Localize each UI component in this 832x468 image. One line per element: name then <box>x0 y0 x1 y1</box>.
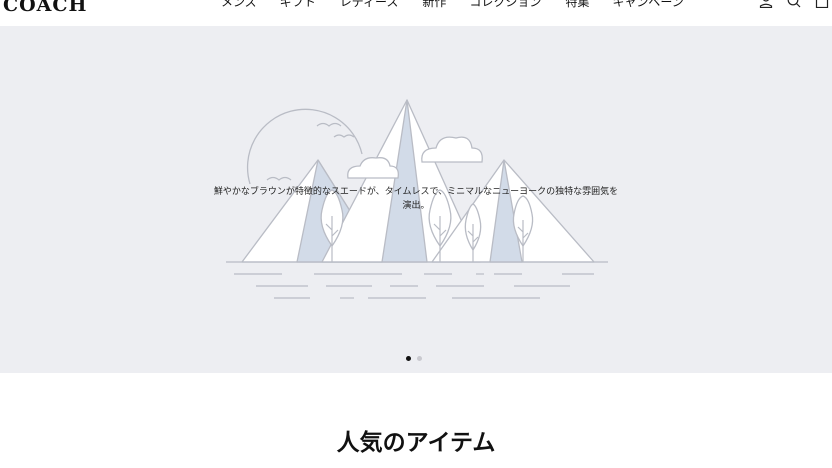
section-title: 人気のアイテム <box>336 430 496 456</box>
account-icon[interactable] <box>759 0 773 8</box>
carousel-pagination <box>406 356 422 361</box>
hero-caption: 鮮やかなブラウンが特徴的なスエードが、タイムレスで、ミニマルなニューヨークの独特… <box>200 185 632 213</box>
nav-item-new[interactable]: 新作 <box>422 0 446 11</box>
brand-logo[interactable]: COACH <box>3 0 88 16</box>
nav-item-features[interactable]: 特集 <box>565 0 589 11</box>
main-nav: メンズ ギフト レディース 新作 コレクション 特集 キャンペーン <box>221 0 684 11</box>
bag-icon[interactable] <box>815 0 829 8</box>
carousel-dot-2[interactable] <box>417 356 422 361</box>
nav-item-ladies[interactable]: レディース <box>340 0 399 11</box>
search-icon[interactable] <box>787 0 801 8</box>
nav-item-campaign[interactable]: キャンペーン <box>612 0 683 11</box>
hero-caption-line-2: 演出。 <box>402 201 430 211</box>
site-header: COACH メンズ ギフト レディース 新作 コレクション 特集 キャンペーン <box>0 0 832 26</box>
nav-item-mens[interactable]: メンズ <box>221 0 257 11</box>
hero-carousel[interactable]: 鮮やかなブラウンが特徴的なスエードが、タイムレスで、ミニマルなニューヨークの独特… <box>0 26 832 373</box>
hero-caption-line-1: 鮮やかなブラウンが特徴的なスエードが、タイムレスで、ミニマルなニューヨークの独特… <box>213 187 619 197</box>
carousel-dot-1[interactable] <box>406 356 411 361</box>
nav-item-collection[interactable]: コレクション <box>469 0 541 11</box>
nav-item-gift[interactable]: ギフト <box>280 0 316 11</box>
